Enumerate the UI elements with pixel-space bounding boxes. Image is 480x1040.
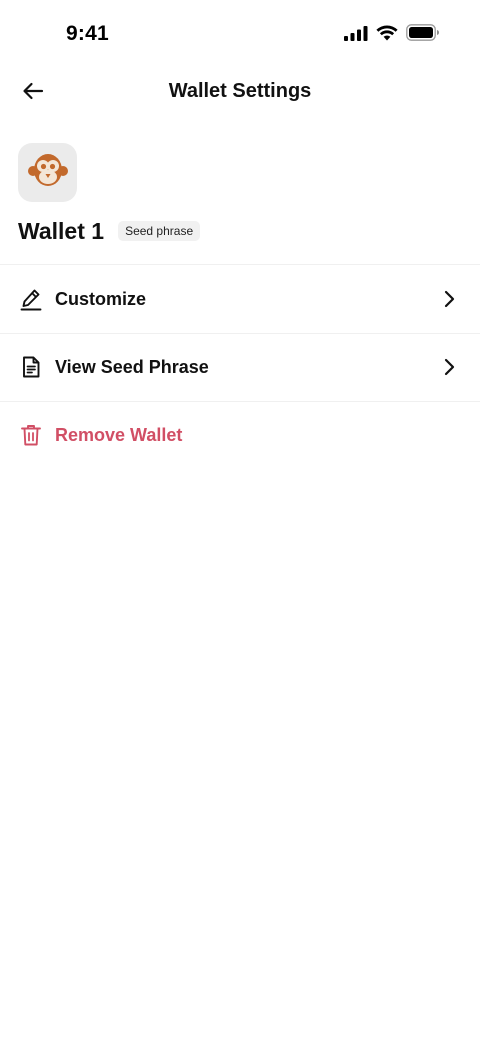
wallet-type-badge: Seed phrase — [118, 221, 201, 241]
battery-icon — [406, 24, 440, 41]
page-title: Wallet Settings — [168, 80, 312, 102]
wallet-settings-screen: 9:41 Wallet Settings Wallet 1 Seed phras… — [0, 0, 480, 1040]
monkey-avatar-icon — [27, 150, 68, 195]
menu-item-view-seed-phrase[interactable]: View Seed Phrase — [0, 334, 480, 400]
status-bar: 9:41 — [0, 0, 480, 70]
header: Wallet Settings — [0, 70, 480, 116]
trash-icon — [19, 423, 43, 447]
wallet-name-row: Wallet 1 Seed phrase — [18, 216, 201, 246]
pencil-icon — [19, 287, 43, 311]
chevron-right-icon — [442, 358, 456, 376]
wallet-name: Wallet 1 — [18, 217, 105, 244]
document-icon — [19, 355, 43, 379]
chevron-right-icon — [442, 290, 456, 308]
wallet-avatar — [18, 143, 77, 202]
status-time: 9:41 — [66, 22, 109, 45]
menu-item-customize[interactable]: Customize — [0, 266, 480, 332]
wifi-icon — [376, 24, 398, 41]
cellular-signal-icon — [344, 25, 368, 41]
menu-item-label: Customize — [55, 288, 147, 309]
menu-item-label: Remove Wallet — [55, 424, 183, 445]
status-icons — [344, 24, 440, 41]
menu-item-remove-wallet[interactable]: Remove Wallet — [0, 402, 480, 468]
divider — [0, 264, 480, 265]
menu-item-label: View Seed Phrase — [55, 356, 209, 377]
